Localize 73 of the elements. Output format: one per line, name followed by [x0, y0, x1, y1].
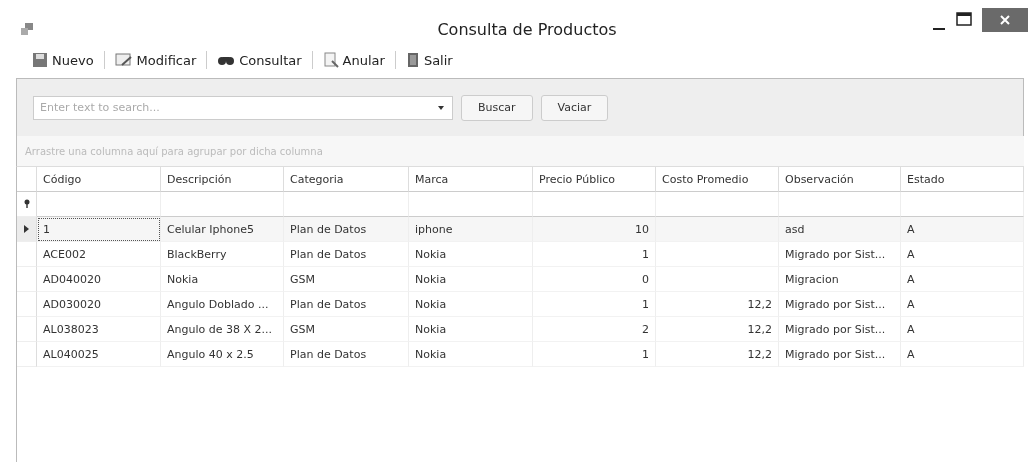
column-header[interactable]: Descripción	[161, 167, 284, 192]
document-icon	[322, 52, 339, 68]
column-header[interactable]: Precio Público	[533, 167, 656, 192]
table-cell: GSM	[284, 317, 409, 342]
close-button[interactable]	[982, 8, 1028, 32]
toolbar-button[interactable]: Salir	[401, 52, 457, 68]
column-header[interactable]: Marca	[409, 167, 533, 192]
table-cell: 1	[533, 292, 656, 317]
window-title: Consulta de Productos	[437, 20, 617, 39]
table-cell: Nokia	[409, 242, 533, 267]
toolbar-button[interactable]: Modificar	[110, 52, 201, 68]
table-cell: 10	[533, 217, 656, 242]
app-icon	[20, 22, 34, 36]
dropdown-icon[interactable]	[437, 104, 445, 111]
form-edit-icon	[114, 52, 133, 68]
current-row-icon	[24, 225, 29, 233]
column-header[interactable]: Código	[37, 167, 161, 192]
table-cell: Plan de Datos	[284, 217, 409, 242]
table-cell: A	[901, 242, 1024, 267]
table-cell: Migrado por Sist...	[779, 292, 901, 317]
table-cell: 1	[533, 342, 656, 367]
table-cell: AD040020	[37, 267, 161, 292]
table-cell: 2	[533, 317, 656, 342]
table-cell: 1	[37, 217, 161, 242]
table-cell: Migrado por Sist...	[779, 242, 901, 267]
table-cell: Angulo Doblado ...	[161, 292, 284, 317]
table-cell: Plan de Datos	[284, 342, 409, 367]
toolbar-button[interactable]: Consultar	[213, 52, 306, 68]
table-cell: Celular Iphone5	[161, 217, 284, 242]
table-cell: A	[901, 292, 1024, 317]
column-header[interactable]: Categoria	[284, 167, 409, 192]
table-cell: GSM	[284, 267, 409, 292]
door-icon	[405, 52, 420, 68]
table-cell: Plan de Datos	[284, 292, 409, 317]
table-cell: ACE002	[37, 242, 161, 267]
search-field[interactable]: Enter text to search...	[33, 95, 453, 120]
table-cell: Migrado por Sist...	[779, 317, 901, 342]
table-cell: A	[901, 342, 1024, 367]
search-button[interactable]: Buscar	[461, 94, 533, 121]
table-cell: Nokia	[409, 317, 533, 342]
table-cell: AD030020	[37, 292, 161, 317]
clear-button[interactable]: Vaciar	[540, 94, 609, 121]
toolbar-button[interactable]: Anular	[318, 52, 389, 68]
column-header[interactable]: Estado	[901, 167, 1024, 192]
table-cell: 1	[533, 242, 656, 267]
table-cell: iphone	[409, 217, 533, 242]
table-cell: Migracion	[779, 267, 901, 292]
maximize-icon[interactable]	[956, 12, 972, 26]
column-header[interactable]: Observación	[779, 167, 901, 192]
table-cell: AL038023	[37, 317, 161, 342]
table-cell: 12,2	[656, 342, 779, 367]
table-cell: Angulo de 38 X 2...	[161, 317, 284, 342]
table-cell: Plan de Datos	[284, 242, 409, 267]
table-cell: Migrado por Sist...	[779, 342, 901, 367]
table-cell: Nokia	[409, 267, 533, 292]
row-indicator[interactable]	[17, 217, 37, 242]
table-cell: asd	[779, 217, 901, 242]
table-cell: BlackBerry	[161, 242, 284, 267]
table-cell: 0	[533, 267, 656, 292]
table-cell: A	[901, 267, 1024, 292]
table-cell: 12,2	[656, 317, 779, 342]
toolbar-button[interactable]: Nuevo	[28, 52, 98, 68]
table-cell: A	[901, 317, 1024, 342]
table-cell: Nokia	[409, 342, 533, 367]
table-cell: 12,2	[656, 292, 779, 317]
column-header[interactable]: Costo Promedio	[656, 167, 779, 192]
filter-icon	[23, 199, 30, 209]
table-cell: AL040025	[37, 342, 161, 367]
close-icon	[1000, 15, 1010, 25]
table-cell: A	[901, 217, 1024, 242]
table-cell: Nokia	[409, 292, 533, 317]
table-cell: Nokia	[161, 267, 284, 292]
table-cell: Angulo 40 x 2.5	[161, 342, 284, 367]
